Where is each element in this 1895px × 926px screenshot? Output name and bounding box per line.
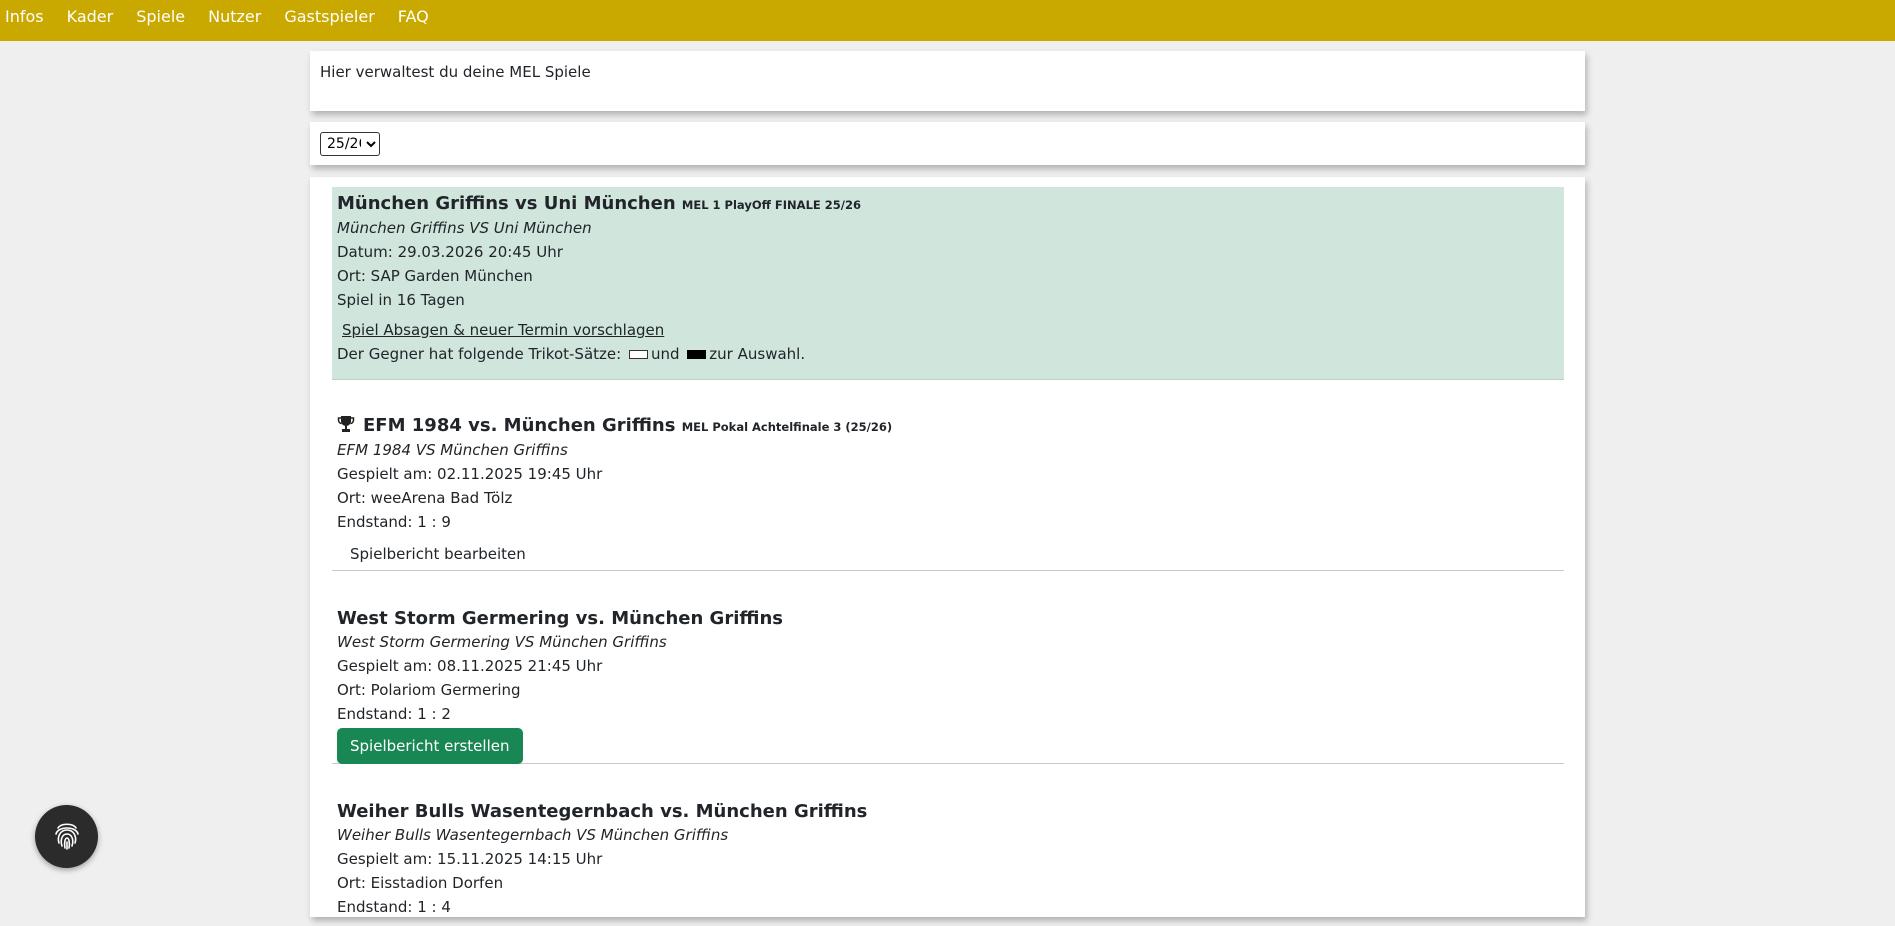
intro-text: Hier verwaltest du deine MEL Spiele (320, 63, 591, 81)
jersey-info: Der Gegner hat folgende Trikot-Sätze: un… (337, 342, 1559, 366)
game-heading: München Griffins vs Uni München MEL 1 Pl… (337, 193, 1559, 216)
game-subtitle: EFM 1984 VS München Griffins (337, 441, 568, 459)
games-list: München Griffins vs Uni München MEL 1 Pl… (310, 177, 1585, 917)
game-item: Weiher Bulls Wasentegernbach vs. München… (332, 776, 1564, 926)
top-navigation: Infos Kader Spiele Nutzer Gastspieler FA… (0, 0, 1895, 41)
game-heading: West Storm Germering vs. München Griffin… (337, 608, 1559, 630)
game-location: Ort: Polariom Germering (337, 681, 521, 699)
game-item-upcoming: München Griffins vs Uni München MEL 1 Pl… (332, 187, 1564, 380)
intro-card: Hier verwaltest du deine MEL Spiele (310, 51, 1585, 111)
cancel-game-button[interactable]: Spiel Absagen & neuer Termin vorschlagen (342, 318, 664, 342)
nav-infos[interactable]: Infos (0, 0, 56, 37)
game-date: Gespielt am: 08.11.2025 21:45 Uhr (337, 657, 603, 675)
season-card: 25/26 (310, 122, 1585, 165)
fingerprint-icon (50, 818, 84, 856)
game-date: Gespielt am: 02.11.2025 19:45 Uhr (337, 465, 603, 483)
create-report-button[interactable]: Spielbericht erstellen (337, 728, 523, 764)
game-heading: Weiher Bulls Wasentegernbach vs. München… (337, 801, 1559, 823)
jersey-swatch-black (687, 350, 707, 359)
game-item: EFM 1984 vs. München Griffins MEL Pokal … (332, 390, 1564, 571)
game-score: Endstand: 1 : 4 (337, 898, 451, 916)
game-heading: EFM 1984 vs. München Griffins MEL Pokal … (337, 415, 1559, 438)
game-title: Weiher Bulls Wasentegernbach vs. München… (337, 801, 868, 822)
edit-report-button[interactable]: Spielbericht bearbeiten (350, 542, 526, 566)
game-date: Datum: 29.03.2026 20:45 Uhr (337, 243, 563, 261)
game-title: West Storm Germering vs. München Griffin… (337, 608, 783, 629)
game-location: Ort: SAP Garden München (337, 267, 533, 285)
trophy-icon (337, 415, 355, 433)
season-select[interactable]: 25/26 (320, 132, 380, 156)
game-competition: MEL 1 PlayOff FINALE 25/26 (681, 198, 861, 212)
nav-gastspieler[interactable]: Gastspieler (279, 0, 386, 37)
game-subtitle: München Griffins VS Uni München (337, 219, 592, 237)
nav-faq[interactable]: FAQ (393, 0, 441, 37)
game-score: Endstand: 1 : 9 (337, 513, 451, 531)
nav-spiele[interactable]: Spiele (131, 0, 197, 37)
game-countdown: Spiel in 16 Tagen (337, 291, 465, 309)
game-location: Ort: weeArena Bad Tölz (337, 489, 513, 507)
jersey-and: und (650, 345, 680, 363)
game-location: Ort: Eisstadion Dorfen (337, 874, 504, 892)
game-title: EFM 1984 vs. München Griffins (363, 415, 676, 436)
game-item: West Storm Germering vs. München Griffin… (332, 583, 1564, 764)
jersey-prefix: Der Gegner hat folgende Trikot-Sätze: (337, 345, 622, 363)
game-score: Endstand: 1 : 2 (337, 705, 451, 723)
game-subtitle: West Storm Germering VS München Griffins (337, 633, 667, 651)
nav-kader[interactable]: Kader (62, 0, 126, 37)
nav-nutzer[interactable]: Nutzer (203, 0, 273, 37)
fingerprint-button[interactable] (35, 805, 98, 868)
jersey-swatch-white (628, 350, 648, 359)
game-date: Gespielt am: 15.11.2025 14:15 Uhr (337, 850, 603, 868)
jersey-suffix: zur Auswahl. (709, 345, 806, 363)
game-subtitle: Weiher Bulls Wasentegernbach VS München … (337, 826, 729, 844)
game-title: München Griffins vs Uni München (337, 193, 676, 214)
game-competition: MEL Pokal Achtelfinale 3 (25/26) (681, 420, 893, 434)
